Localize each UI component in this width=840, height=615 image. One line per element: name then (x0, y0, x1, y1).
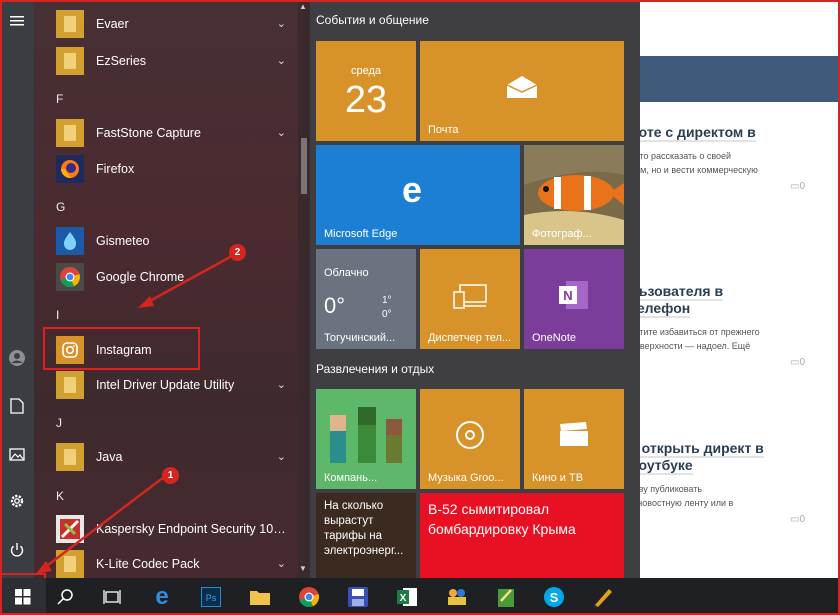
task-view-icon (103, 589, 121, 604)
svg-text:X: X (400, 593, 407, 604)
annotation-badge-1: 1 (162, 467, 179, 484)
start-button[interactable] (0, 578, 46, 615)
svg-text:S: S (550, 590, 559, 605)
taskbar-app-people[interactable] (434, 578, 480, 615)
pencil-app-icon (594, 588, 612, 608)
taskbar-chrome[interactable] (286, 578, 332, 615)
taskbar-app-notes[interactable] (483, 578, 529, 615)
search-icon (57, 588, 73, 605)
taskbar-skype[interactable]: S (531, 578, 577, 615)
taskbar-explorer[interactable] (237, 578, 283, 615)
windows-logo-icon (15, 588, 31, 604)
chrome-icon (299, 586, 319, 607)
taskbar-edge[interactable]: e (139, 578, 185, 615)
annotation-arrows (36, 254, 233, 574)
taskbar-app-pencil[interactable] (580, 578, 626, 615)
notes-app-icon (498, 588, 514, 607)
search-button[interactable] (42, 578, 88, 615)
people-app-icon (448, 588, 466, 605)
annotation-badge-2: 2 (229, 244, 246, 261)
task-view-button[interactable] (89, 578, 135, 615)
taskbar-save-app[interactable] (335, 578, 381, 615)
excel-icon: X (397, 587, 417, 606)
photoshop-icon: Ps (201, 586, 221, 607)
taskbar: e Ps X S (0, 578, 840, 615)
taskbar-photoshop[interactable]: Ps (188, 578, 234, 615)
edge-icon: e (155, 582, 169, 610)
folder-icon (250, 590, 270, 605)
floppy-disk-icon (348, 586, 368, 607)
taskbar-excel[interactable]: X (384, 578, 430, 615)
skype-icon: S (544, 586, 564, 607)
svg-text:Ps: Ps (206, 593, 217, 603)
